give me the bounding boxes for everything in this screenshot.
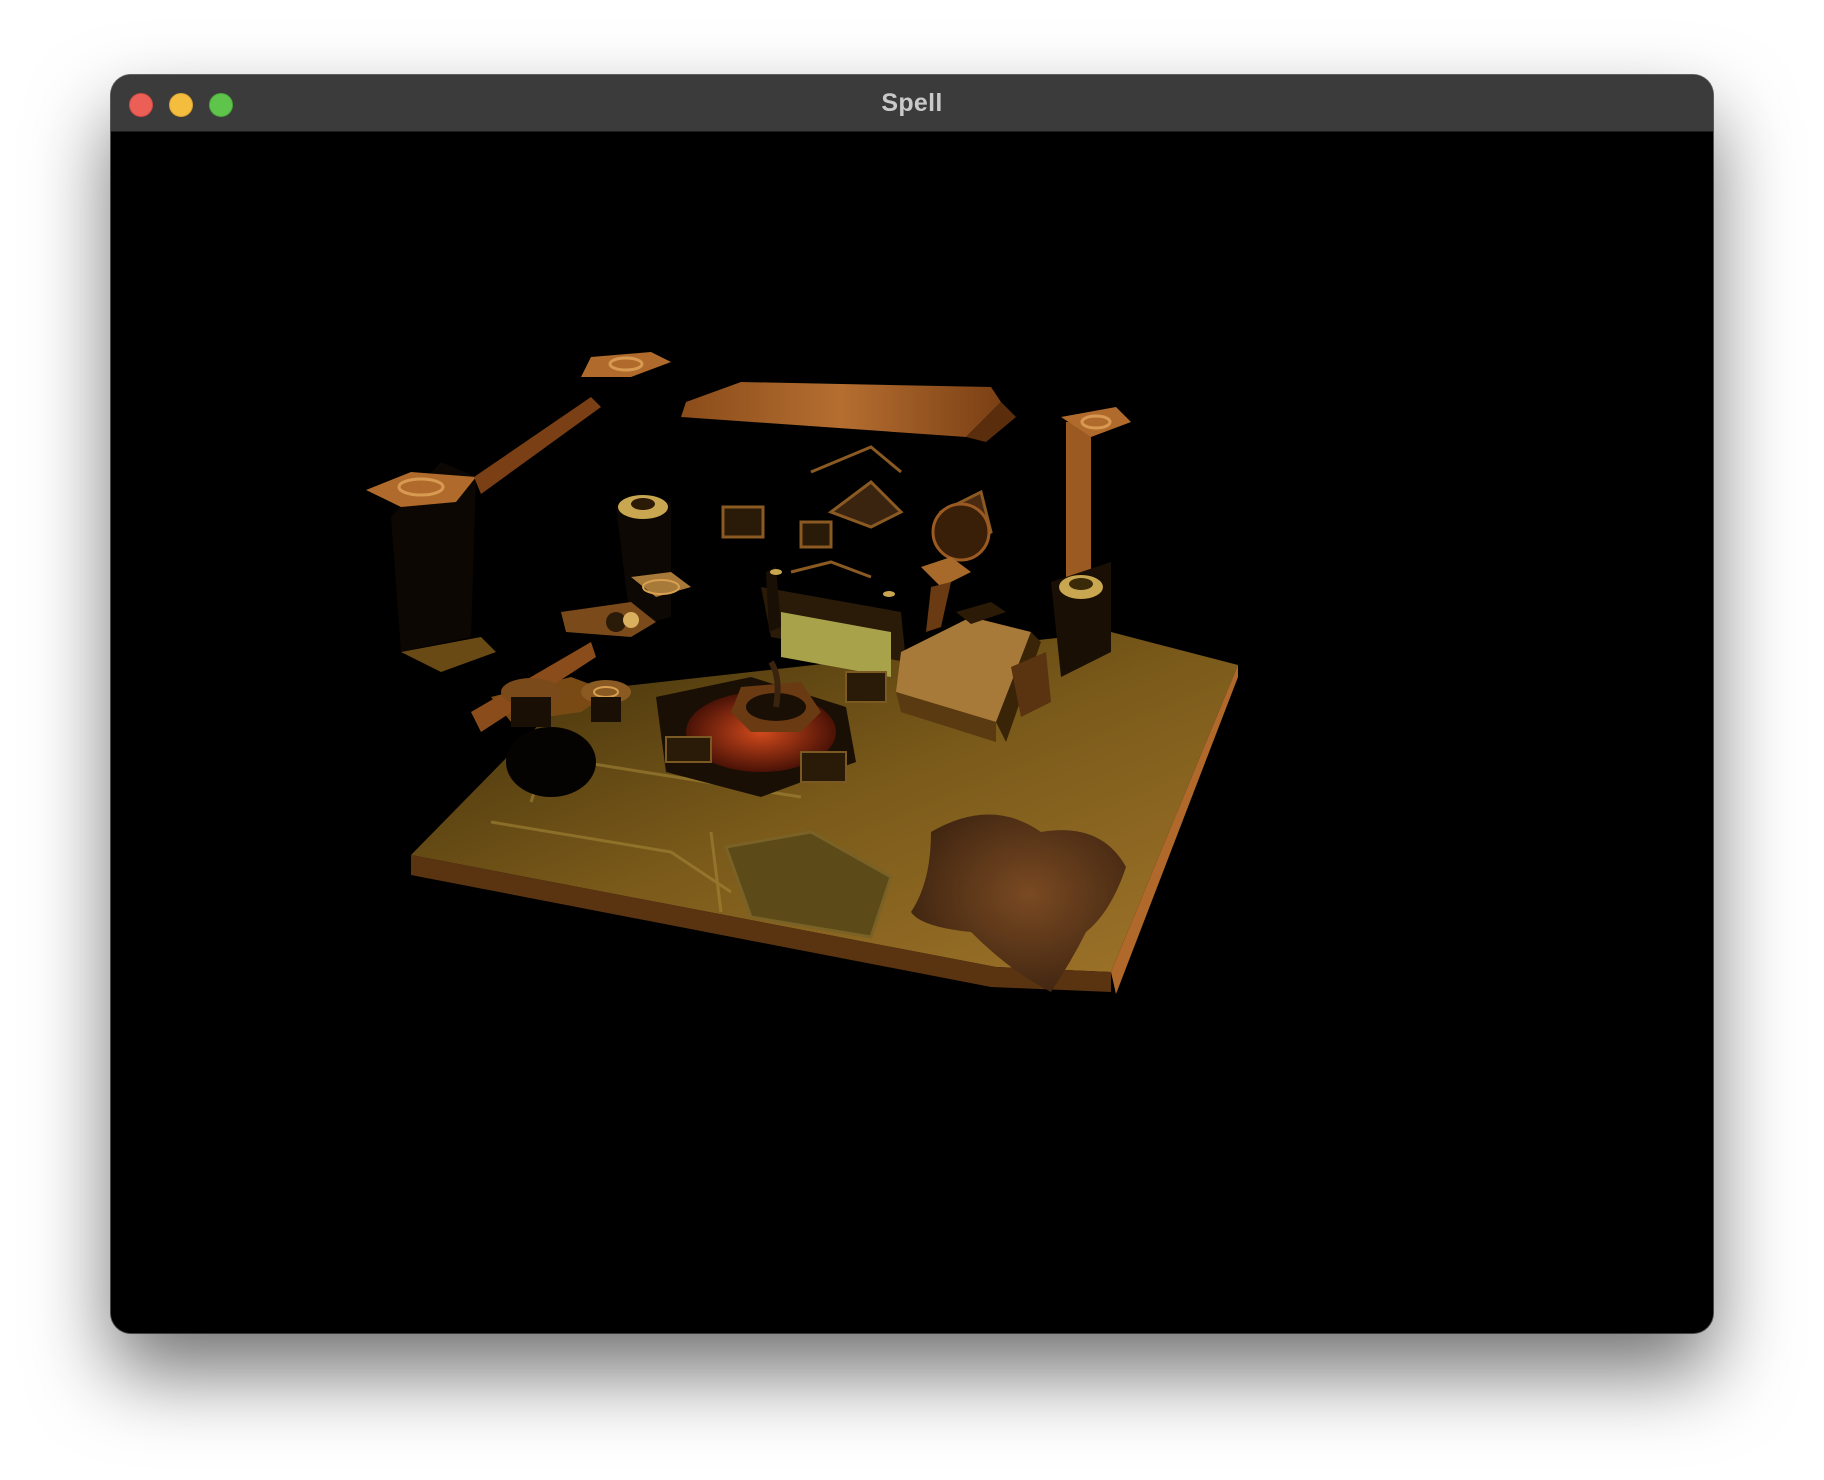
- app-window: Spell: [111, 75, 1713, 1333]
- altar: [761, 567, 906, 677]
- title-bar[interactable]: Spell: [111, 75, 1713, 132]
- render-viewport[interactable]: [111, 132, 1713, 1333]
- back-beam: [681, 382, 1016, 442]
- window-title: Spell: [881, 89, 943, 117]
- scene-canvas: [366, 352, 1238, 994]
